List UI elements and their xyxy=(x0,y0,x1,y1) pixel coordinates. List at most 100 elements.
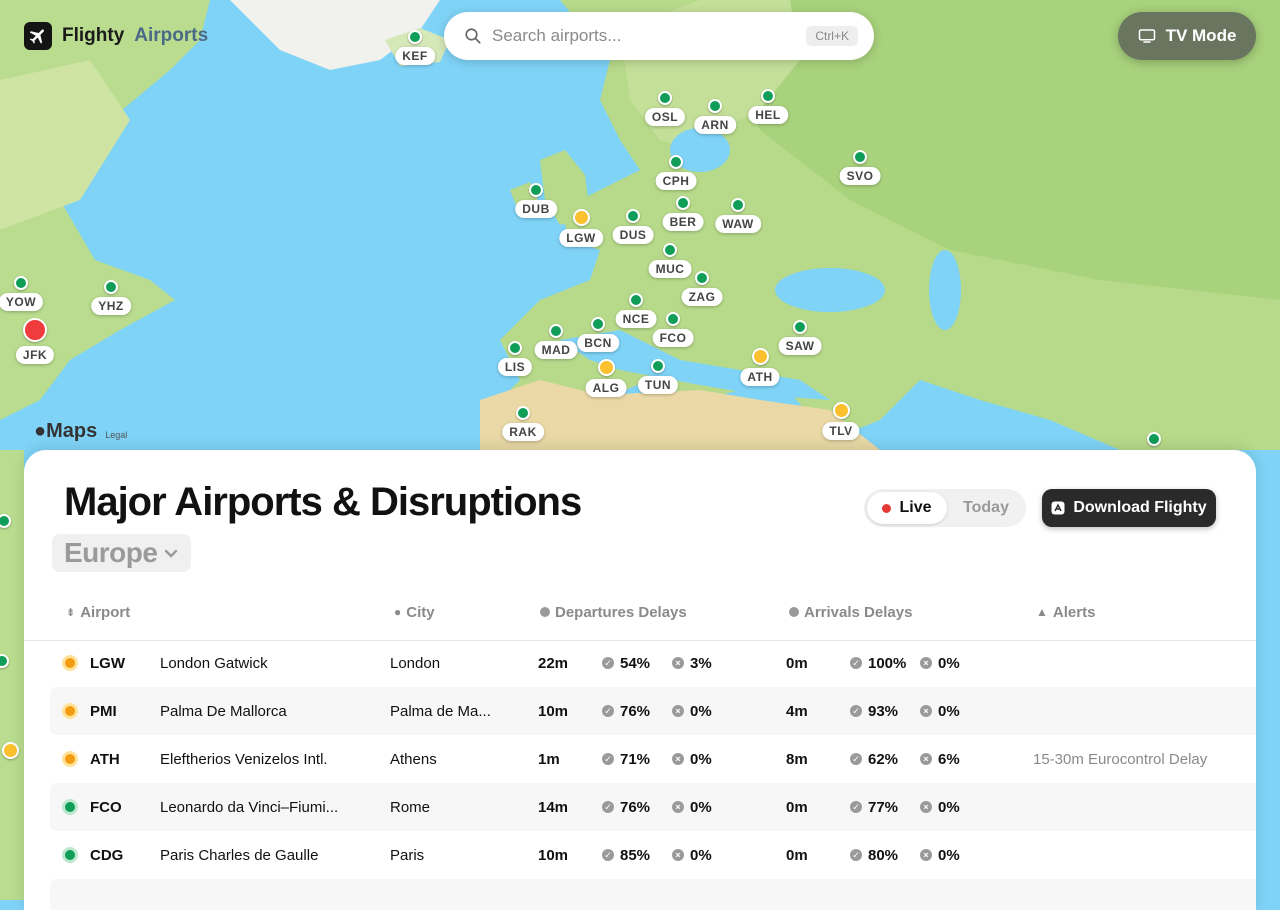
warning-icon: ▲ xyxy=(1036,605,1048,619)
download-button[interactable]: Download Flighty xyxy=(1042,489,1216,527)
code-cell: FCO xyxy=(90,798,122,816)
app-store-icon xyxy=(1051,501,1065,515)
city-cell: Palma de Ma... xyxy=(390,702,491,720)
arr-ontime-cell: ✓ 77% xyxy=(850,783,898,831)
status-cell xyxy=(62,639,78,687)
arr-delay-cell: 8m xyxy=(786,750,808,768)
arr-ontime-cell: ✓ 93% xyxy=(850,687,898,735)
column-header-departures[interactable]: Departures Delays xyxy=(540,600,687,624)
airplane-logo-icon xyxy=(24,22,52,50)
arr-cancel-cell: × 0% xyxy=(920,783,960,831)
arr-delay-cell: 4m xyxy=(786,702,808,720)
location-pin-icon: ● xyxy=(394,605,402,619)
status-cell xyxy=(62,687,78,735)
cancelled-icon: × xyxy=(920,657,932,669)
city-cell: London xyxy=(390,654,441,672)
table-row[interactable]: FCO Leonardo da Vinci–Fiumi... Rome 14m ✓ 76%… xyxy=(50,783,1256,831)
departure-icon xyxy=(540,607,550,617)
dep-cancel-cell: × 0% xyxy=(672,687,712,735)
legal-link[interactable]: Legal xyxy=(105,430,127,443)
arr-delay-cell: 0m xyxy=(786,654,808,672)
monitor-icon xyxy=(1138,29,1155,43)
arr-cancel-cell: × 6% xyxy=(920,735,960,783)
column-header-arrivals[interactable]: Arrivals Delays xyxy=(789,600,912,624)
dep-ontime-cell: ✓ 85% xyxy=(602,831,650,879)
arr-cancel-cell: × 0% xyxy=(920,831,960,879)
column-header-airport[interactable]: ⇟ Airport xyxy=(66,600,130,624)
cancelled-icon: × xyxy=(920,801,932,813)
cancelled-icon: × xyxy=(672,753,684,765)
arrival-icon xyxy=(789,607,799,617)
dep-ontime-cell: ✓ 71% xyxy=(602,735,650,783)
name-cell: Eleftherios Venizelos Intl. xyxy=(160,750,328,768)
city-cell: Rome xyxy=(390,798,431,816)
status-cell xyxy=(62,735,78,783)
table-row[interactable] xyxy=(50,879,1256,910)
tv-mode-button[interactable]: TV Mode xyxy=(1118,12,1256,60)
dep-ontime-cell: ✓ 76% xyxy=(602,687,650,735)
on-time-icon: ✓ xyxy=(850,849,862,861)
name-cell: Paris Charles de Gaulle xyxy=(160,846,319,864)
dep-delay-cell: 10m xyxy=(538,846,569,864)
code-cell: PMI xyxy=(90,702,117,720)
tab-live[interactable]: Live xyxy=(867,492,947,524)
search-bar[interactable]: Ctrl+K xyxy=(444,12,874,60)
on-time-icon: ✓ xyxy=(850,753,862,765)
live-today-toggle[interactable]: Live Today xyxy=(864,489,1026,527)
name-cell: Leonardo da Vinci–Fiumi... xyxy=(160,798,339,816)
apple-logo-icon: ● xyxy=(34,420,47,442)
column-header-alerts[interactable]: ▲ Alerts xyxy=(1036,600,1095,624)
cancelled-icon: × xyxy=(920,849,932,861)
brand-name: Flighty xyxy=(62,25,125,46)
arr-ontime-cell: ✓ 80% xyxy=(850,831,898,879)
on-time-icon: ✓ xyxy=(850,657,862,669)
on-time-icon: ✓ xyxy=(602,705,614,717)
column-header-city[interactable]: ● City xyxy=(394,600,435,624)
code-cell: ATH xyxy=(90,750,120,768)
brand[interactable]: Flighty Airports xyxy=(24,22,208,50)
arr-ontime-cell: ✓ 100% xyxy=(850,639,906,687)
cancelled-icon: × xyxy=(672,657,684,669)
tab-today[interactable]: Today xyxy=(950,492,1022,524)
dep-cancel-cell: × 0% xyxy=(672,783,712,831)
cancelled-icon: × xyxy=(920,753,932,765)
search-input[interactable] xyxy=(490,25,807,47)
on-time-icon: ✓ xyxy=(602,753,614,765)
dep-cancel-cell: × 3% xyxy=(672,639,712,687)
table-row[interactable]: LGW London Gatwick London 22m ✓ 54% × 3% 0m ✓ 100%… xyxy=(50,639,1256,687)
status-cell xyxy=(62,831,78,879)
on-time-icon: ✓ xyxy=(850,705,862,717)
on-time-icon: ✓ xyxy=(602,849,614,861)
region-label: Europe xyxy=(64,537,158,568)
brand-section: Airports xyxy=(134,25,209,46)
dep-ontime-cell: ✓ 76% xyxy=(602,783,650,831)
pin-icon: ⇟ xyxy=(66,606,76,619)
dep-cancel-cell: × 0% xyxy=(672,831,712,879)
table-row[interactable]: PMI Palma De Mallorca Palma de Ma... 10m ✓ 76… xyxy=(50,687,1256,735)
region-selector[interactable]: Europe xyxy=(52,534,192,572)
live-dot-icon xyxy=(882,503,892,513)
status-dot-icon xyxy=(62,751,78,767)
cancelled-icon: × xyxy=(672,801,684,813)
status-dot-icon xyxy=(62,703,78,719)
disruptions-panel: Major Airports & Disruptions Europe Live… xyxy=(24,450,1256,910)
chevron-down-icon xyxy=(165,549,178,558)
dep-delay-cell: 1m xyxy=(538,750,560,768)
keyboard-shortcut-badge: Ctrl+K xyxy=(806,26,858,46)
arr-cancel-cell: × 0% xyxy=(920,687,960,735)
arr-ontime-cell: ✓ 62% xyxy=(850,735,898,783)
on-time-icon: ✓ xyxy=(602,801,614,813)
page-title: Major Airports & Disruptions xyxy=(64,480,582,524)
table-row[interactable]: CDG Paris Charles de Gaulle Paris 10m ✓ 85% × 0… xyxy=(50,831,1256,879)
arr-cancel-cell: × 0% xyxy=(920,639,960,687)
city-cell: Athens xyxy=(390,750,437,768)
dep-delay-cell: 10m xyxy=(538,702,569,720)
status-cell xyxy=(62,783,78,831)
tv-mode-label: TV Mode xyxy=(1165,26,1237,45)
search-icon xyxy=(465,28,481,44)
table-row[interactable]: ATH Eleftherios Venizelos Intl. Athens 1m ✓ 7… xyxy=(50,735,1256,783)
alert-cell: 15-30m Eurocontrol Delay xyxy=(1033,750,1208,768)
status-dot-icon xyxy=(62,799,78,815)
dep-delay-cell: 22m xyxy=(538,654,569,672)
status-dot-icon xyxy=(62,847,78,863)
